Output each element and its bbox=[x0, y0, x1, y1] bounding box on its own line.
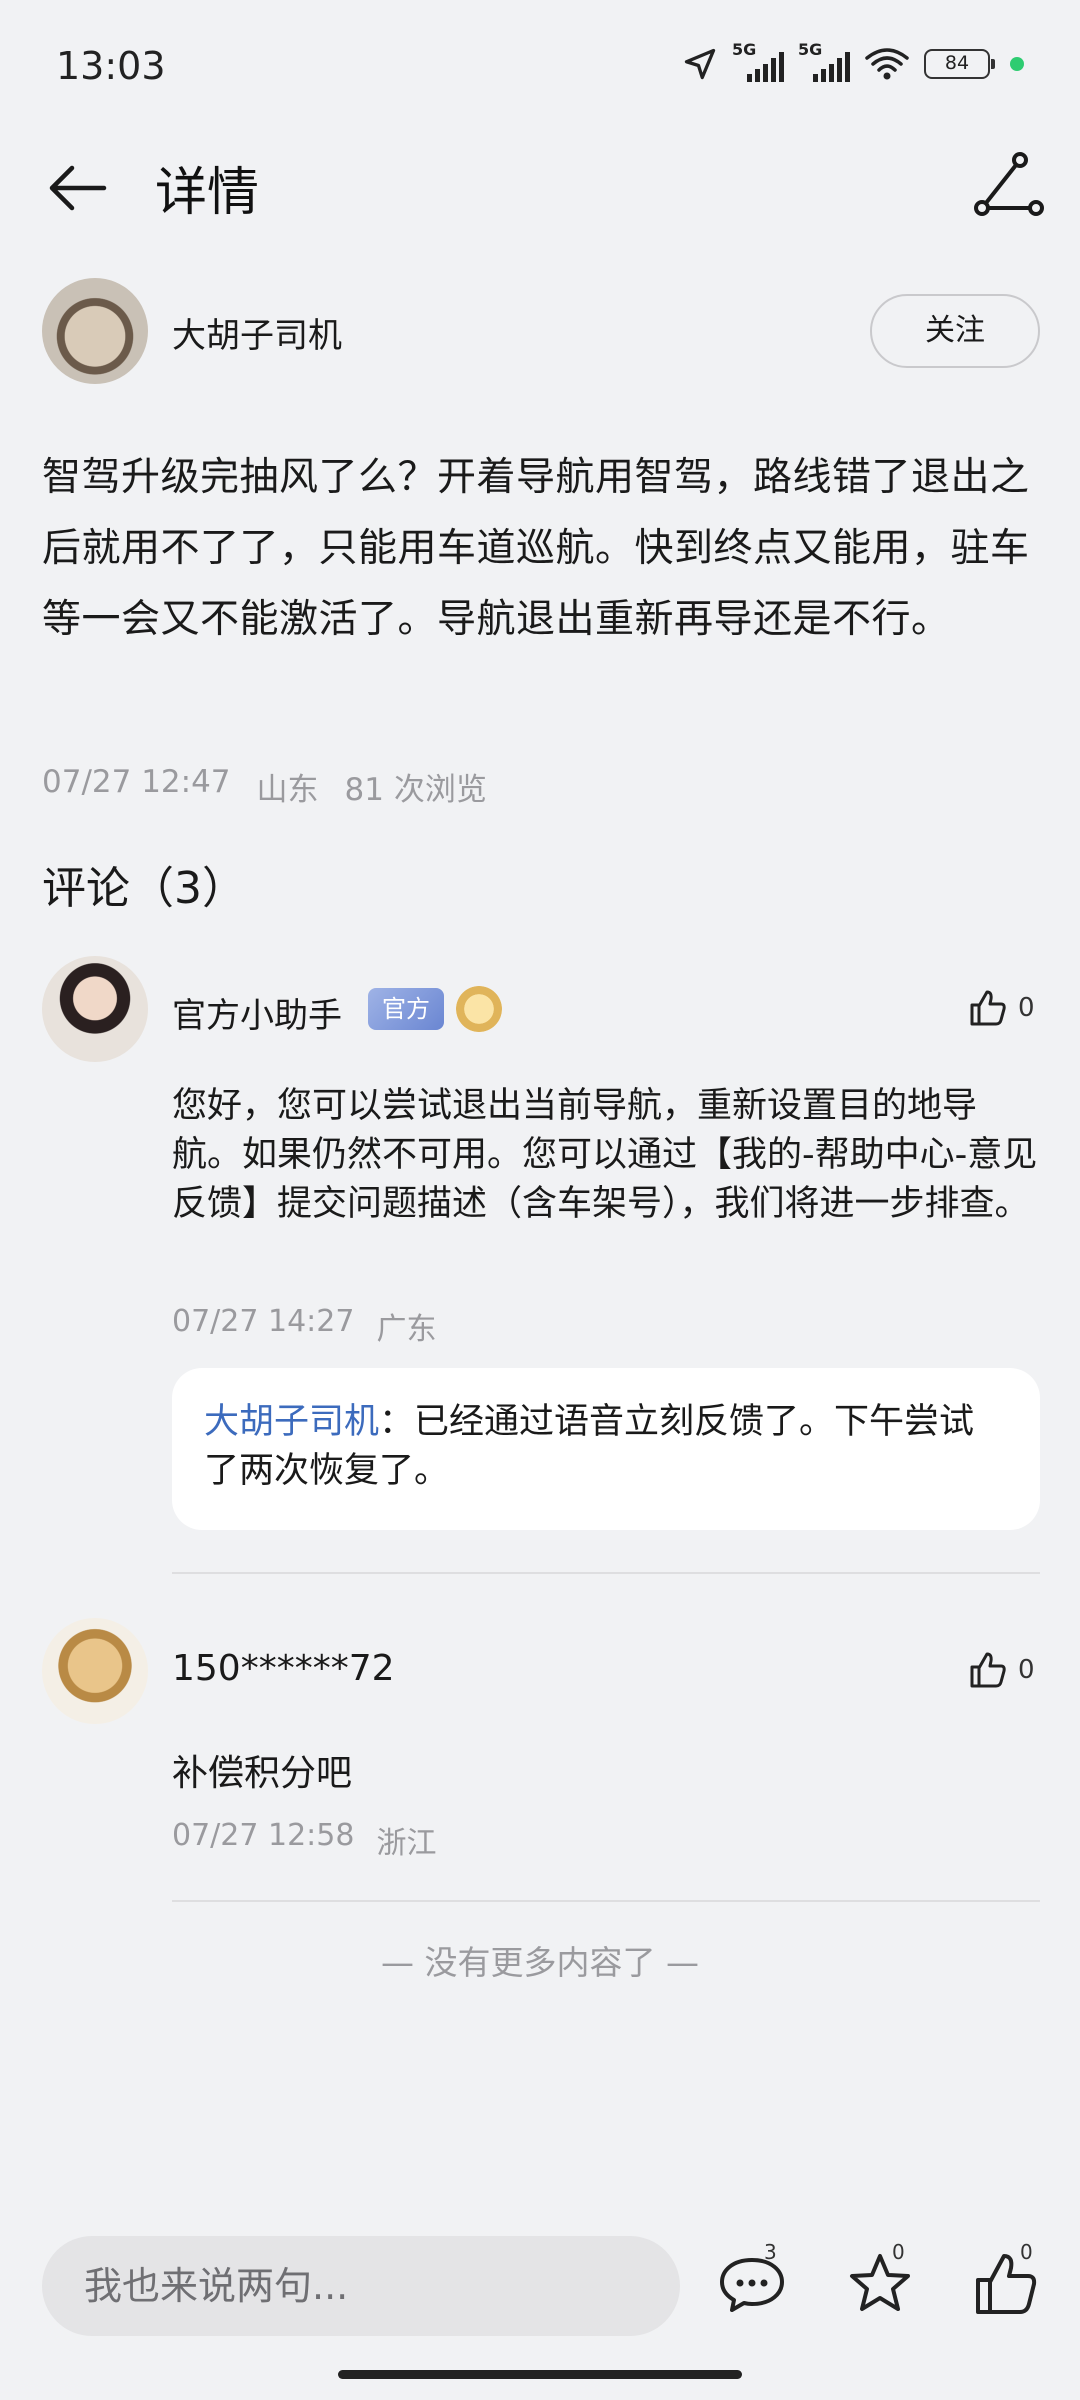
comment-input[interactable] bbox=[42, 2236, 680, 2336]
cellular-signal-icon: 5G bbox=[732, 40, 784, 82]
comment-meta-2: 07/27 12:58 浙江 bbox=[172, 1818, 436, 1862]
cellular-signal-icon-2: 5G bbox=[798, 40, 850, 82]
like-count-bottom: 0 bbox=[1020, 2240, 1033, 2264]
comments-heading: 评论（3） bbox=[42, 863, 246, 914]
comment-avatar-2[interactable] bbox=[42, 1618, 148, 1724]
author-name[interactable]: 大胡子司机 bbox=[172, 308, 342, 357]
reply-item[interactable]: 大胡子司机：已经通过语音立刻反馈了。下午尝试了两次恢复了。 bbox=[172, 1368, 1040, 1530]
wifi-icon bbox=[865, 48, 909, 80]
home-indicator[interactable] bbox=[338, 2370, 742, 2379]
comment-icon[interactable] bbox=[712, 2244, 792, 2324]
location-arrow-icon bbox=[684, 48, 716, 80]
comment-like-button-2[interactable]: 0 bbox=[968, 1650, 1035, 1690]
post-location: 山东 bbox=[256, 772, 319, 808]
page-title: 详情 bbox=[155, 163, 260, 223]
comment-date-2: 07/27 12:58 bbox=[172, 1818, 355, 1853]
favorite-count: 0 bbox=[892, 2240, 905, 2264]
medal-badge-icon bbox=[456, 986, 502, 1032]
comment-location-2: 浙江 bbox=[376, 1826, 437, 1861]
follow-button[interactable]: 关注 bbox=[870, 294, 1040, 368]
post-date: 07/27 12:47 bbox=[42, 764, 231, 800]
comment-date: 07/27 14:27 bbox=[172, 1304, 355, 1339]
star-icon[interactable] bbox=[840, 2244, 920, 2324]
app-header: 详情 bbox=[0, 140, 1080, 236]
status-bar: 13:03 5G 5G 84 bbox=[0, 0, 1080, 140]
thumbs-up-icon[interactable] bbox=[966, 2244, 1046, 2324]
divider bbox=[172, 1572, 1040, 1574]
comment-location: 广东 bbox=[376, 1312, 437, 1347]
comment-text-2: 补偿积分吧 bbox=[172, 1753, 353, 1794]
comment-author-name-2[interactable]: 150******72 bbox=[172, 1648, 395, 1689]
author-avatar[interactable] bbox=[42, 278, 148, 384]
comment-author-name[interactable]: 官方小助手 bbox=[172, 988, 342, 1037]
reply-author-name[interactable]: 大胡子司机 bbox=[204, 1402, 379, 1442]
thumbs-up-icon bbox=[970, 1652, 1006, 1688]
post-views: 81 次浏览 bbox=[344, 772, 487, 808]
no-more-content-label: — 没有更多内容了 — bbox=[381, 1943, 699, 1982]
share-icon[interactable] bbox=[972, 150, 1046, 224]
like-count-2: 0 bbox=[1018, 1655, 1035, 1685]
thumbs-up-icon bbox=[970, 990, 1006, 1026]
battery-icon: 84 bbox=[924, 49, 995, 79]
comment-like-button[interactable]: 0 bbox=[968, 988, 1035, 1028]
status-time: 13:03 bbox=[56, 44, 166, 88]
comment-meta: 07/27 14:27 广东 bbox=[172, 1304, 436, 1348]
back-arrow-icon[interactable] bbox=[44, 154, 112, 222]
reply-separator: ： bbox=[379, 1402, 415, 1442]
official-badge: 官方 bbox=[368, 988, 444, 1030]
post-body: 智驾升级完抽风了么？开着导航用智驾，路线错了退出之后就用不了了，只能用车道巡航。… bbox=[42, 455, 1030, 642]
like-count: 0 bbox=[1018, 993, 1035, 1023]
privacy-dot-icon bbox=[1010, 57, 1024, 71]
comment-avatar[interactable] bbox=[42, 956, 148, 1062]
comment-text: 您好，您可以尝试退出当前导航，重新设置目的地导航。如果仍然不可用。您可以通过【我… bbox=[172, 1086, 1038, 1224]
status-icons: 5G 5G 84 bbox=[682, 40, 1024, 82]
comment-count: 3 bbox=[764, 2240, 777, 2264]
divider-2 bbox=[172, 1900, 1040, 1902]
post-meta: 07/27 12:47 山东 81 次浏览 bbox=[42, 764, 487, 809]
